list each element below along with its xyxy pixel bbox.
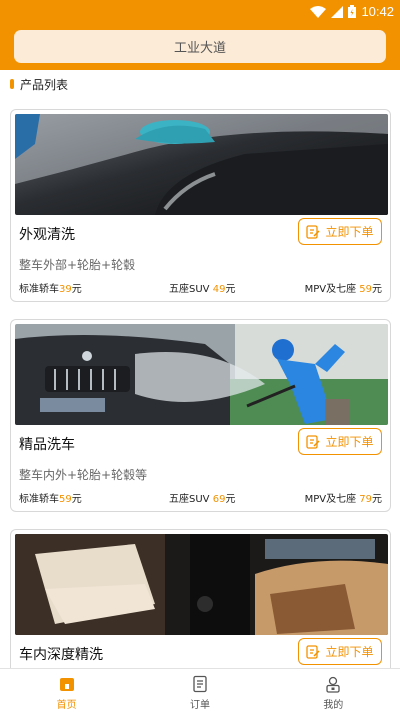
wifi-icon	[310, 5, 327, 18]
price-row: 标准轿车39元 五座SUV 49元 MPV及七座 59元	[19, 280, 382, 295]
product-description: 整车内外+轮胎+轮毂等	[19, 468, 148, 482]
edit-note-icon	[306, 434, 321, 449]
edit-note-icon	[306, 224, 321, 239]
tab-profile-label: 我的	[323, 700, 344, 711]
order-now-label: 立即下单	[325, 225, 374, 239]
location-search-bar[interactable]: 工业大道	[14, 30, 386, 63]
price-row: 标准轿车59元 五座SUV 69元 MPV及七座 79元	[19, 490, 382, 505]
home-icon	[59, 678, 74, 691]
tab-orders-label: 订单	[189, 700, 210, 711]
price-sedan: 标准轿车39元	[19, 284, 82, 295]
tab-home-label: 首页	[56, 700, 77, 711]
order-icon	[193, 675, 207, 693]
price-suv: 五座SUV 69元	[169, 494, 236, 505]
product-name: 车内深度精洗	[19, 647, 103, 663]
product-image-premium-wash	[15, 324, 388, 425]
price-sedan: 标准轿车59元	[19, 494, 82, 505]
price-mpv: MPV及七座 79元	[304, 494, 382, 505]
battery-icon	[348, 5, 357, 18]
product-card[interactable]: 车内深度精洗 立即下单	[10, 529, 391, 689]
product-name: 精品洗车	[19, 437, 75, 453]
status-bar: 10:42	[0, 0, 400, 24]
product-image-exterior-wash	[15, 114, 388, 215]
status-time: 10:42	[361, 4, 394, 19]
order-now-button[interactable]: 立即下单	[298, 428, 382, 455]
order-now-button[interactable]: 立即下单	[298, 218, 382, 245]
order-now-button[interactable]: 立即下单	[298, 638, 382, 665]
edit-note-icon	[306, 644, 321, 659]
tab-home[interactable]: 首页	[0, 669, 133, 713]
status-icons: 10:42	[310, 4, 394, 19]
tab-orders[interactable]: 订单	[133, 669, 266, 713]
price-mpv: MPV及七座 59元	[304, 284, 382, 295]
product-description: 整车外部+轮胎+轮毂	[19, 258, 136, 272]
section-title-marker	[10, 79, 14, 89]
price-suv: 五座SUV 49元	[169, 284, 236, 295]
profile-icon	[326, 676, 340, 693]
app-header: 工业大道	[0, 24, 400, 70]
product-name: 外观清洗	[19, 227, 75, 243]
section-title-text: 产品列表	[20, 77, 69, 92]
section-title: 产品列表	[10, 76, 68, 92]
product-card[interactable]: 精品洗车 立即下单 整车内外+轮胎+轮毂等 标准轿车59元 五座SUV 69元 …	[10, 319, 391, 512]
tab-profile[interactable]: 我的	[267, 669, 400, 713]
signal-icon	[331, 5, 344, 18]
order-now-label: 立即下单	[325, 645, 374, 659]
product-card[interactable]: 外观清洗 立即下单 整车外部+轮胎+轮毂 标准轿车39元 五座SUV 49元 M…	[10, 109, 391, 302]
bottom-navigation: 首页 订单 我的	[0, 668, 400, 713]
order-now-label: 立即下单	[325, 435, 374, 449]
product-image-interior-detail	[15, 534, 388, 635]
